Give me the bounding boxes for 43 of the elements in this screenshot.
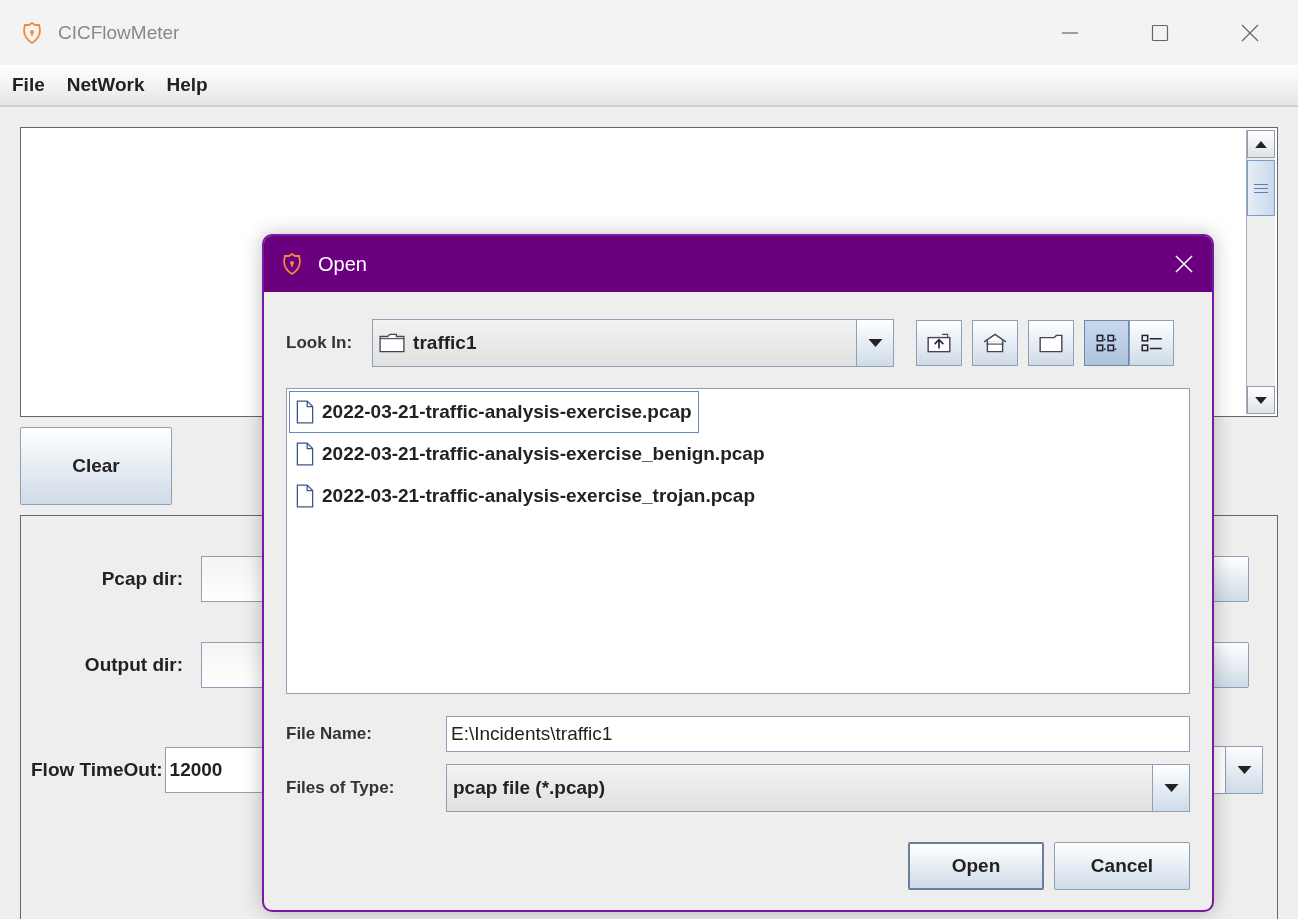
- file-name-field[interactable]: E:\Incidents\traffic1: [446, 716, 1190, 752]
- details-view-icon: [1138, 332, 1165, 354]
- up-arrow-icon: [1255, 140, 1267, 148]
- file-name-label: File Name:: [286, 724, 373, 744]
- field-label: Pcap dir:: [100, 568, 183, 590]
- dialog-title: Open: [318, 252, 367, 276]
- cancel-button[interactable]: Cancel: [1054, 842, 1190, 890]
- file-icon: [296, 400, 314, 424]
- caret-icon: [1236, 766, 1252, 774]
- window-title: CICFlowMeter: [58, 21, 180, 44]
- home-icon: [982, 332, 1009, 354]
- file-item[interactable]: 2022-03-21-traffic-analysis-exercise.pcap: [289, 391, 699, 433]
- menu-item[interactable]: File: [12, 74, 45, 96]
- up-folder-icon: [926, 332, 953, 354]
- caret-icon: [867, 339, 883, 347]
- home-button[interactable]: [972, 320, 1019, 366]
- close-icon[interactable]: [1240, 22, 1260, 43]
- file-type-label: Files of Type:: [286, 778, 396, 798]
- folder-icon: [379, 333, 406, 353]
- file-item[interactable]: 2022-03-21-traffic-analysis-exercise_benign.pcap: [289, 433, 772, 475]
- caret-icon: [1163, 784, 1179, 792]
- menu-item[interactable]: NetWork: [66, 74, 145, 96]
- up-folder-button[interactable]: [916, 320, 963, 366]
- look-in-label: Look In:: [286, 333, 353, 353]
- file-type-dropdown[interactable]: pcap file (*.pcap): [446, 764, 1190, 812]
- new-folder-button[interactable]: [1028, 320, 1075, 366]
- details-view-button[interactable]: [1129, 320, 1175, 366]
- folder-icon: [1038, 332, 1065, 354]
- file-icon: [296, 484, 314, 508]
- field-label: Output dir:: [83, 654, 183, 676]
- scrollbar[interactable]: [1246, 130, 1275, 414]
- shield-icon: [282, 253, 302, 275]
- file-icon: [296, 442, 314, 466]
- list-view-button[interactable]: [1084, 320, 1130, 366]
- open-button[interactable]: Open: [908, 842, 1044, 890]
- shield-icon: [22, 21, 42, 44]
- field-label: Flow TimeOut:: [31, 759, 163, 781]
- menu-item[interactable]: Help: [166, 74, 208, 96]
- maximize-icon[interactable]: [1150, 22, 1170, 43]
- file-item[interactable]: 2022-03-21-traffic-analysis-exercise_trojan.pcap: [289, 475, 762, 517]
- down-arrow-icon: [1255, 396, 1267, 404]
- look-in-dropdown[interactable]: traffic1: [372, 319, 895, 367]
- clear-button[interactable]: Clear: [20, 427, 172, 505]
